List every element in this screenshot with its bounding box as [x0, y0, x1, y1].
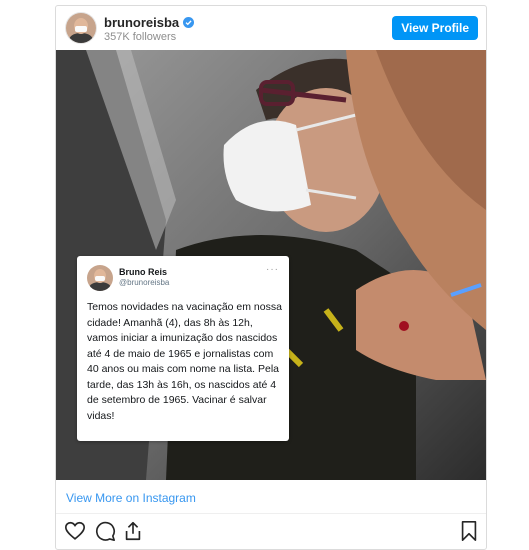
tweet-avatar [87, 265, 113, 291]
post-photo[interactable]: Bruno Reis @brunoreisba ··· Temos novida… [56, 50, 486, 480]
action-bar [56, 520, 486, 549]
username-row: brunoreisba [104, 15, 195, 30]
tweet-card: Bruno Reis @brunoreisba ··· Temos novida… [77, 256, 289, 441]
heart-icon[interactable] [64, 520, 86, 542]
tweet-text: Temos novidades na vacinação em nossa ci… [87, 301, 282, 422]
view-more-on-instagram-link[interactable]: View More on Instagram [66, 491, 196, 505]
followers-count: 357K followers [104, 31, 177, 43]
tweet-author-handle: @brunoreisba [119, 278, 170, 287]
bookmark-icon[interactable] [458, 520, 480, 542]
post-header: brunoreisba 357K followers View Profile [56, 6, 486, 50]
verified-badge-icon [183, 17, 195, 28]
view-profile-button[interactable]: View Profile [392, 16, 478, 40]
avatar[interactable] [66, 13, 96, 43]
instagram-embed-card: brunoreisba 357K followers View Profile [55, 5, 487, 550]
share-icon[interactable] [122, 520, 144, 542]
tweet-author-name: Bruno Reis [119, 267, 168, 277]
comment-icon[interactable] [94, 520, 116, 542]
more-options-icon: ··· [266, 264, 279, 275]
username[interactable]: brunoreisba [104, 15, 179, 30]
divider [56, 513, 486, 514]
